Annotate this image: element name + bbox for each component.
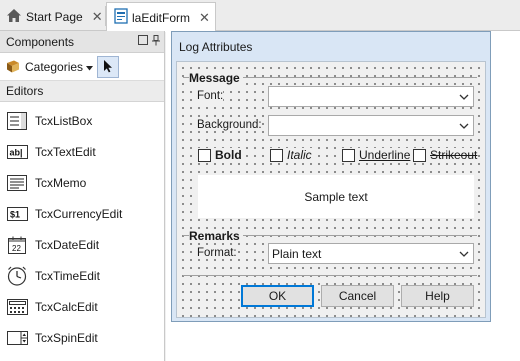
button-divider xyxy=(183,275,477,276)
currency-icon: $1 xyxy=(6,203,28,225)
list-item[interactable]: ab| TcxTextEdit xyxy=(6,136,156,167)
format-label: Format: xyxy=(197,247,237,259)
list-item[interactable]: TcxCalcEdit xyxy=(6,291,156,322)
background-combobox[interactable] xyxy=(268,115,474,136)
home-icon xyxy=(6,8,22,26)
list-item[interactable]: 22 TcxDateEdit xyxy=(6,229,156,260)
chevron-down-icon xyxy=(459,91,469,101)
panel-title: Components xyxy=(6,34,75,49)
components-panel: Components Categories Editors TcxListBox… xyxy=(0,31,165,361)
maximize-icon[interactable] xyxy=(137,35,149,47)
chevron-down-icon xyxy=(459,120,469,130)
component-label: TcxCurrencyEdit xyxy=(35,206,123,221)
list-item[interactable]: TcxListBox xyxy=(6,105,156,136)
checkbox-box xyxy=(342,148,355,162)
close-icon[interactable]: ✕ xyxy=(92,9,103,25)
help-button[interactable]: Help xyxy=(401,285,474,307)
checkbox-label: Underline xyxy=(359,148,411,162)
italic-checkbox[interactable]: Italic xyxy=(270,148,312,162)
listbox-icon xyxy=(6,110,28,132)
background-label: Background: xyxy=(197,119,262,131)
checkbox-box xyxy=(198,148,211,162)
components-toolbar: Categories xyxy=(0,53,164,81)
component-label: TcxTimeEdit xyxy=(35,268,100,283)
form-client-area: Message Font: Background: Bold Italic Un… xyxy=(176,61,486,318)
remarks-section-label: Remarks xyxy=(189,229,243,243)
calculator-icon xyxy=(6,296,28,318)
calendar-icon: 22 xyxy=(6,234,28,256)
format-value: Plain text xyxy=(272,246,322,261)
spinedit-icon xyxy=(6,327,28,349)
font-label: Font: xyxy=(197,90,224,102)
underline-checkbox[interactable]: Underline xyxy=(342,148,411,162)
font-combobox[interactable] xyxy=(268,86,474,107)
form-title: Log Attributes xyxy=(179,40,253,54)
tab-laeditform[interactable]: laEditForm ✕ xyxy=(106,2,216,32)
tab-start-page[interactable]: Start Page ✕ xyxy=(0,2,106,31)
component-label: TcxTextEdit xyxy=(35,144,96,159)
component-label: TcxMemo xyxy=(35,175,87,190)
chevron-down-icon xyxy=(459,248,469,258)
memo-icon xyxy=(6,172,28,194)
form-file-icon xyxy=(114,8,128,27)
editors-group-header[interactable]: Editors xyxy=(0,81,164,102)
strikeout-checkbox[interactable]: Strikeout xyxy=(413,148,478,162)
ok-button[interactable]: OK xyxy=(241,285,314,307)
format-combobox[interactable]: Plain text xyxy=(268,243,474,264)
tab-label: laEditForm xyxy=(132,10,191,25)
tab-label: Start Page xyxy=(26,9,83,24)
checkbox-label: Strikeout xyxy=(430,148,478,162)
component-label: TcxSpinEdit xyxy=(35,330,98,345)
list-item[interactable]: $1 TcxCurrencyEdit xyxy=(6,198,156,229)
component-label: TcxDateEdit xyxy=(35,237,100,252)
document-tab-bar: Start Page ✕ laEditForm ✕ xyxy=(0,0,520,32)
svg-text:$1: $1 xyxy=(10,209,20,219)
cursor-arrow-icon xyxy=(103,59,113,76)
list-item[interactable]: TcxSpinEdit xyxy=(6,322,156,353)
cancel-label: Cancel xyxy=(338,289,377,303)
component-label: TcxCalcEdit xyxy=(35,299,98,314)
designer-form[interactable]: Log Attributes Message Font: Background:… xyxy=(171,31,491,322)
bold-checkbox[interactable]: Bold xyxy=(198,148,242,162)
list-item[interactable]: TcxTimeEdit xyxy=(6,260,156,291)
cancel-button[interactable]: Cancel xyxy=(321,285,394,307)
help-label: Help xyxy=(425,289,450,303)
list-item[interactable]: TcxMemo xyxy=(6,167,156,198)
checkbox-label: Bold xyxy=(215,148,242,162)
pointer-tool-button[interactable] xyxy=(97,56,119,78)
sample-text-preview: Sample text xyxy=(198,175,474,218)
panel-header: Components xyxy=(0,31,164,53)
textedit-icon: ab| xyxy=(6,141,28,163)
categories-dropdown[interactable]: Categories xyxy=(6,59,94,74)
svg-text:ab|: ab| xyxy=(9,147,22,157)
sample-text: Sample text xyxy=(304,189,368,204)
component-label: TcxListBox xyxy=(35,113,93,128)
close-icon[interactable]: ✕ xyxy=(199,10,210,26)
categories-label: Categories xyxy=(25,59,84,74)
pin-icon[interactable] xyxy=(150,35,162,47)
chevron-down-icon xyxy=(86,60,94,74)
checkbox-box xyxy=(270,148,283,162)
checkbox-box xyxy=(413,148,426,162)
book-icon xyxy=(6,60,20,73)
ok-label: OK xyxy=(268,289,287,303)
group-label: Editors xyxy=(6,84,44,98)
clock-icon xyxy=(6,265,28,287)
svg-text:22: 22 xyxy=(12,244,21,253)
message-section-label: Message xyxy=(189,71,243,85)
checkbox-label: Italic xyxy=(287,148,312,162)
